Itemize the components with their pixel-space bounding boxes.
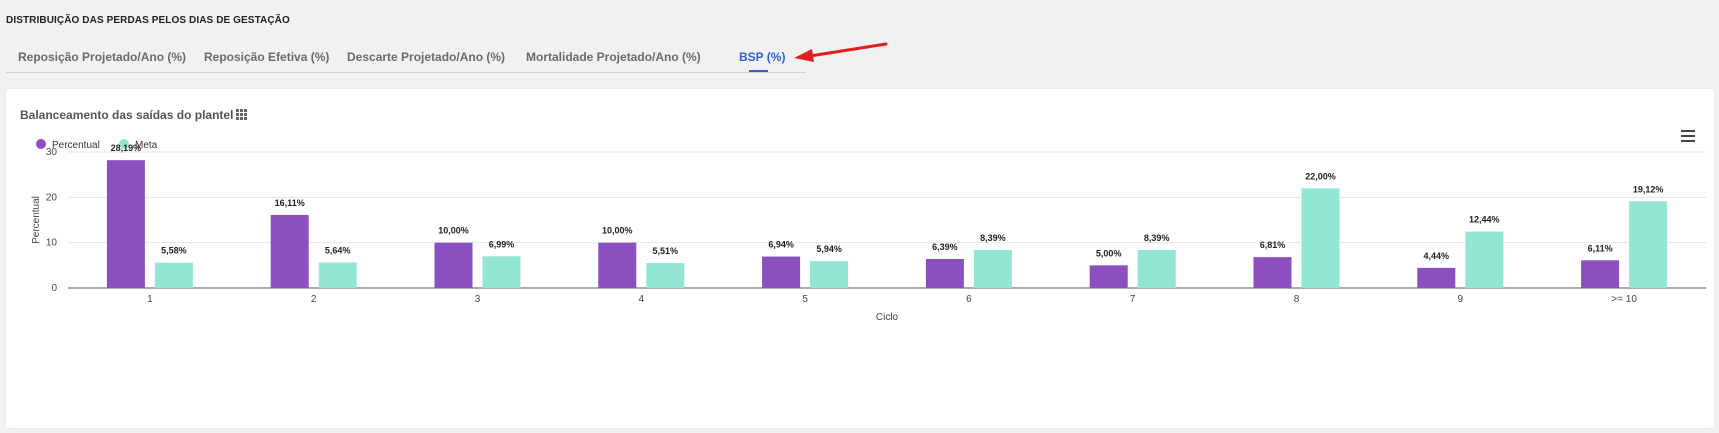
bar-percentual: [1417, 267, 1456, 288]
tab-descarte-projetado[interactable]: Descarte Projetado/Ano (%): [347, 50, 505, 64]
x-tick-label: 4: [639, 294, 645, 305]
x-tick-label: 8: [1294, 294, 1300, 305]
bar-meta: [318, 262, 357, 288]
bar-meta: [1629, 201, 1668, 288]
chart-card: Balanceamento das saídas do plantel Perc…: [6, 89, 1714, 428]
data-label-percentual: 6,11%: [1588, 243, 1613, 253]
section-title: DISTRIBUIÇÃO DAS PERDAS PELOS DIAS DE GE…: [6, 15, 290, 26]
bar-percentual: [1089, 265, 1128, 288]
x-tick-label: >= 10: [1611, 294, 1637, 305]
bar-meta: [973, 249, 1012, 288]
y-tick-label: 30: [46, 147, 58, 158]
tab-mortalidade-projetado[interactable]: Mortalidade Projetado/Ano (%): [526, 50, 701, 64]
tab-reposicao-efetiva[interactable]: Reposição Efetiva (%): [204, 50, 329, 64]
data-label-meta: 6,99%: [489, 239, 515, 249]
x-axis-title: Ciclo: [876, 312, 899, 323]
y-tick-label: 20: [46, 192, 58, 203]
data-label-percentual: 4,44%: [1424, 251, 1450, 261]
data-label-percentual: 28,19%: [111, 143, 142, 153]
data-label-meta: 8,39%: [980, 233, 1006, 243]
data-label-percentual: 16,11%: [275, 198, 305, 208]
bar-chart: 0 10 20 30 Percentual 28,19% 5,58% 1 16,11% 5,64%…: [31, 143, 1706, 323]
x-tick-label: 5: [802, 294, 808, 305]
bar-meta: [1137, 249, 1176, 288]
bar-percentual: [598, 242, 637, 288]
bar-percentual: [270, 214, 309, 288]
data-label-meta: 5,58%: [161, 246, 187, 256]
data-label-percentual: 10,00%: [438, 226, 469, 236]
data-label-meta: 5,94%: [816, 244, 842, 254]
bar-percentual: [1581, 260, 1620, 288]
x-tick-label: 9: [1458, 294, 1464, 305]
bar-meta: [810, 261, 849, 288]
y-tick-label: 0: [51, 283, 57, 294]
bar-percentual: [925, 259, 964, 288]
data-label-percentual: 6,94%: [768, 240, 794, 250]
y-tick-label: 10: [46, 238, 58, 249]
bar-meta: [646, 263, 685, 288]
x-tick-label: 1: [147, 294, 153, 305]
data-label-meta: 8,39%: [1144, 233, 1170, 243]
data-label-percentual: 6,39%: [932, 242, 958, 252]
data-label-percentual: 5,00%: [1096, 248, 1122, 258]
active-tab-indicator: [749, 70, 768, 72]
data-label-percentual: 6,81%: [1260, 240, 1286, 250]
x-tick-label: 2: [311, 294, 317, 305]
bar-meta: [154, 262, 193, 288]
tab-bsp[interactable]: BSP (%): [739, 50, 785, 64]
data-label-percentual: 10,00%: [602, 226, 633, 236]
x-tick-label: 6: [966, 294, 972, 305]
tab-reposicao-projetado[interactable]: Reposição Projetado/Ano (%): [18, 50, 186, 64]
x-tick-label: 3: [475, 294, 481, 305]
bar-percentual: [762, 256, 801, 288]
y-axis-title: Percentual: [31, 196, 42, 244]
bar-percentual: [106, 160, 145, 288]
data-label-meta: 22,00%: [1305, 171, 1336, 181]
data-label-meta: 12,44%: [1469, 215, 1500, 225]
bar-meta: [482, 256, 521, 288]
data-label-meta: 5,51%: [653, 246, 679, 256]
data-label-meta: 19,12%: [1633, 184, 1664, 194]
x-tick-label: 7: [1130, 294, 1136, 305]
tab-bar: Reposição Projetado/Ano (%) Reposição Ef…: [6, 44, 806, 73]
bar-percentual: [434, 242, 473, 288]
bar-meta: [1301, 188, 1340, 288]
arrow-icon: [794, 42, 888, 62]
bar-meta: [1465, 231, 1504, 288]
bar-percentual: [1253, 257, 1292, 288]
data-label-meta: 5,64%: [325, 245, 351, 255]
